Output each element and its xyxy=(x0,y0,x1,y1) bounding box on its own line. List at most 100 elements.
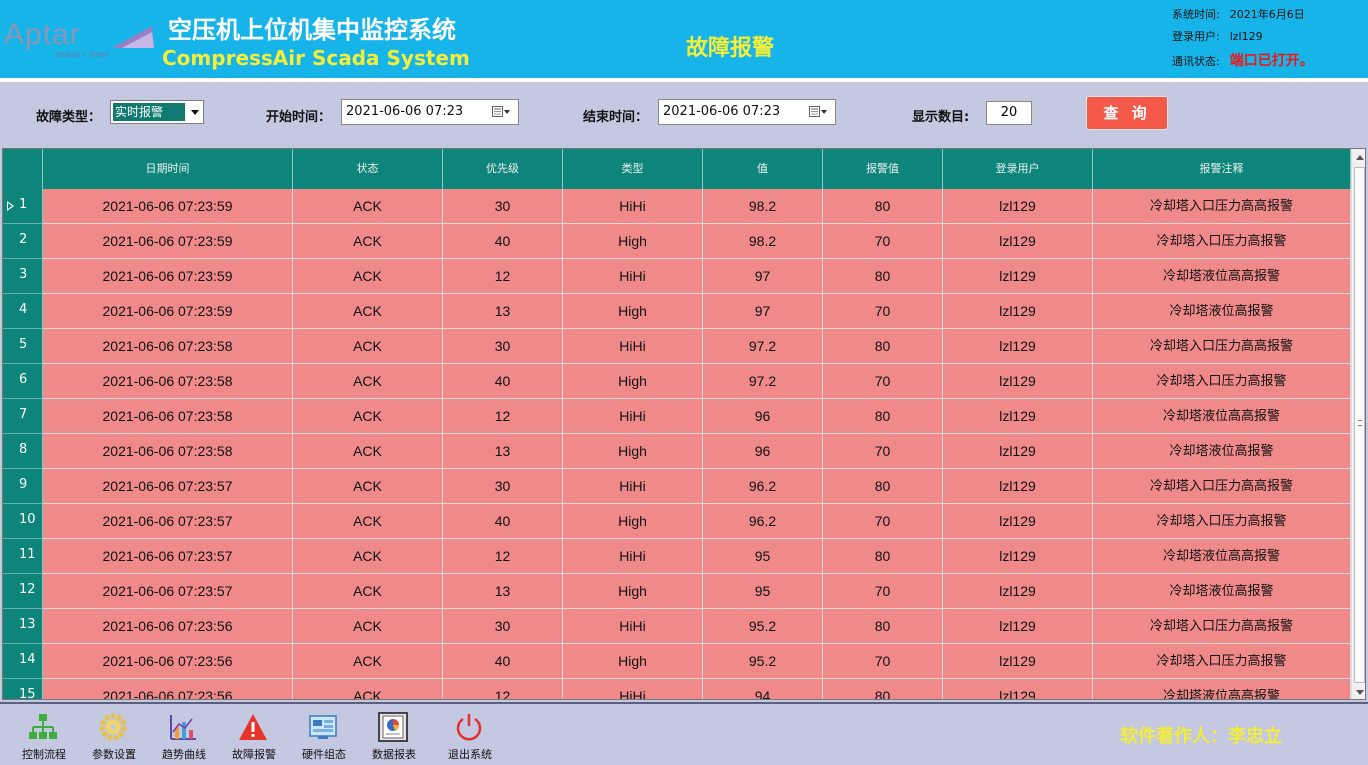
cell-value[interactable]: 97 xyxy=(703,259,823,294)
cell-alarm[interactable]: 70 xyxy=(823,364,943,399)
cell-priority[interactable]: 13 xyxy=(443,294,563,329)
cell-user[interactable]: lzl129 xyxy=(943,574,1093,609)
cell-type[interactable]: HiHi xyxy=(563,399,703,434)
row-header[interactable]: 8 xyxy=(3,434,43,469)
cell-priority[interactable]: 40 xyxy=(443,364,563,399)
cell-status[interactable]: ACK xyxy=(293,644,443,679)
cell-alarm[interactable]: 80 xyxy=(823,539,943,574)
chevron-down-icon[interactable] xyxy=(191,110,199,115)
table-row[interactable]: 3 2021-06-06 07:23:59 ACK 12 HiHi 97 80 lzl129 冷… xyxy=(3,259,1351,294)
cell-priority[interactable]: 30 xyxy=(443,329,563,364)
table-row[interactable]: 10 2021-06-06 07:23:57 ACK 40 High 96.2 70 lzl1… xyxy=(3,504,1351,539)
cell-datetime[interactable]: 2021-06-06 07:23:58 xyxy=(43,434,293,469)
cell-status[interactable]: ACK xyxy=(293,259,443,294)
row-header[interactable]: 13 xyxy=(3,609,43,644)
table-row[interactable]: 8 2021-06-06 07:23:58 ACK 13 High 96 70 lzl129 冷… xyxy=(3,434,1351,469)
cell-datetime[interactable]: 2021-06-06 07:23:57 xyxy=(43,574,293,609)
scroll-up-icon[interactable] xyxy=(1356,155,1364,160)
cell-user[interactable]: lzl129 xyxy=(943,399,1093,434)
table-row[interactable]: 13 2021-06-06 07:23:56 ACK 30 HiHi 95.2 80 lzl1… xyxy=(3,609,1351,644)
cell-note[interactable]: 冷却塔液位高高报警 xyxy=(1093,399,1351,434)
cell-alarm[interactable]: 80 xyxy=(823,469,943,504)
cell-note[interactable]: 冷却塔液位高高报警 xyxy=(1093,539,1351,574)
cell-priority[interactable]: 13 xyxy=(443,434,563,469)
cell-datetime[interactable]: 2021-06-06 07:23:59 xyxy=(43,259,293,294)
toolbar-item-trend[interactable]: 趋势曲线 xyxy=(152,708,216,762)
cell-alarm[interactable]: 80 xyxy=(823,329,943,364)
fault-type-select[interactable]: 实时报警 xyxy=(110,100,204,124)
cell-value[interactable]: 94 xyxy=(703,679,823,699)
cell-note[interactable]: 冷却塔入口压力高高报警 xyxy=(1093,609,1351,644)
cell-note[interactable]: 冷却塔入口压力高高报警 xyxy=(1093,189,1351,224)
cell-alarm[interactable]: 70 xyxy=(823,504,943,539)
cell-status[interactable]: ACK xyxy=(293,574,443,609)
table-row[interactable]: 1 2021-06-06 07:23:59 ACK 30 HiHi 98.2 80 lzl12… xyxy=(3,189,1351,224)
cell-status[interactable]: ACK xyxy=(293,434,443,469)
cell-user[interactable]: lzl129 xyxy=(943,539,1093,574)
cell-alarm[interactable]: 70 xyxy=(823,294,943,329)
cell-priority[interactable]: 30 xyxy=(443,609,563,644)
cell-priority[interactable]: 40 xyxy=(443,644,563,679)
cell-datetime[interactable]: 2021-06-06 07:23:57 xyxy=(43,539,293,574)
table-row[interactable]: 2 2021-06-06 07:23:59 ACK 40 High 98.2 70 lzl12… xyxy=(3,224,1351,259)
cell-user[interactable]: lzl129 xyxy=(943,644,1093,679)
cell-value[interactable]: 95.2 xyxy=(703,644,823,679)
cell-datetime[interactable]: 2021-06-06 07:23:59 xyxy=(43,224,293,259)
scroll-down-icon[interactable] xyxy=(1356,690,1364,695)
cell-user[interactable]: lzl129 xyxy=(943,504,1093,539)
column-header[interactable]: 状态 xyxy=(293,149,443,189)
cell-datetime[interactable]: 2021-06-06 07:23:59 xyxy=(43,189,293,224)
column-header[interactable]: 日期时间 xyxy=(43,149,293,189)
table-row[interactable]: 7 2021-06-06 07:23:58 ACK 12 HiHi 96 80 lzl129 冷… xyxy=(3,399,1351,434)
cell-type[interactable]: HiHi xyxy=(563,189,703,224)
cell-type[interactable]: HiHi xyxy=(563,329,703,364)
row-header[interactable]: 2 xyxy=(3,224,43,259)
cell-value[interactable]: 95.2 xyxy=(703,609,823,644)
cell-value[interactable]: 98.2 xyxy=(703,224,823,259)
cell-datetime[interactable]: 2021-06-06 07:23:58 xyxy=(43,329,293,364)
table-row[interactable]: 4 2021-06-06 07:23:59 ACK 13 High 97 70 lzl129 冷… xyxy=(3,294,1351,329)
row-header[interactable]: 4 xyxy=(3,294,43,329)
table-row[interactable]: 5 2021-06-06 07:23:58 ACK 30 HiHi 97.2 80 lzl12… xyxy=(3,329,1351,364)
cell-value[interactable]: 96 xyxy=(703,434,823,469)
cell-alarm[interactable]: 80 xyxy=(823,259,943,294)
query-button[interactable]: 查 询 xyxy=(1086,96,1168,130)
cell-status[interactable]: ACK xyxy=(293,189,443,224)
table-row[interactable]: 12 2021-06-06 07:23:57 ACK 13 High 95 70 lzl129… xyxy=(3,574,1351,609)
start-time-picker[interactable]: 2021-06-06 07:23 xyxy=(341,99,519,125)
cell-type[interactable]: High xyxy=(563,504,703,539)
vertical-scrollbar[interactable] xyxy=(1351,149,1365,699)
cell-priority[interactable]: 30 xyxy=(443,469,563,504)
cell-user[interactable]: lzl129 xyxy=(943,224,1093,259)
cell-type[interactable]: HiHi xyxy=(563,609,703,644)
cell-status[interactable]: ACK xyxy=(293,469,443,504)
calendar-dropdown-icon[interactable] xyxy=(492,106,510,118)
toolbar-item-hardware[interactable]: 硬件组态 xyxy=(292,708,356,762)
cell-datetime[interactable]: 2021-06-06 07:23:57 xyxy=(43,504,293,539)
cell-user[interactable]: lzl129 xyxy=(943,259,1093,294)
row-header[interactable]: 6 xyxy=(3,364,43,399)
cell-type[interactable]: HiHi xyxy=(563,539,703,574)
column-header[interactable]: 优先级 xyxy=(443,149,563,189)
table-row[interactable]: 14 2021-06-06 07:23:56 ACK 40 High 95.2 70 lzl1… xyxy=(3,644,1351,679)
cell-value[interactable]: 95 xyxy=(703,539,823,574)
row-header[interactable]: 12 xyxy=(3,574,43,609)
cell-value[interactable]: 96.2 xyxy=(703,469,823,504)
cell-value[interactable]: 97 xyxy=(703,294,823,329)
cell-datetime[interactable]: 2021-06-06 07:23:57 xyxy=(43,469,293,504)
cell-note[interactable]: 冷却塔液位高高报警 xyxy=(1093,679,1351,699)
toolbar-item-parameters[interactable]: 参数设置 xyxy=(82,708,146,762)
cell-status[interactable]: ACK xyxy=(293,329,443,364)
row-header[interactable]: 1 xyxy=(3,189,43,224)
cell-status[interactable]: ACK xyxy=(293,399,443,434)
toolbar-item-fault-alarm[interactable]: 故障报警 xyxy=(222,708,286,762)
cell-user[interactable]: lzl129 xyxy=(943,329,1093,364)
cell-type[interactable]: High xyxy=(563,364,703,399)
alarm-table[interactable]: 日期时间 状态 优先级 类型值报警值 登录用户 报警注释 1 2021-06-06 07:2… xyxy=(2,148,1366,700)
display-count-input[interactable]: 20 xyxy=(986,101,1032,125)
cell-datetime[interactable]: 2021-06-06 07:23:56 xyxy=(43,679,293,699)
cell-user[interactable]: lzl129 xyxy=(943,189,1093,224)
cell-status[interactable]: ACK xyxy=(293,504,443,539)
cell-note[interactable]: 冷却塔入口压力高高报警 xyxy=(1093,329,1351,364)
cell-alarm[interactable]: 70 xyxy=(823,574,943,609)
